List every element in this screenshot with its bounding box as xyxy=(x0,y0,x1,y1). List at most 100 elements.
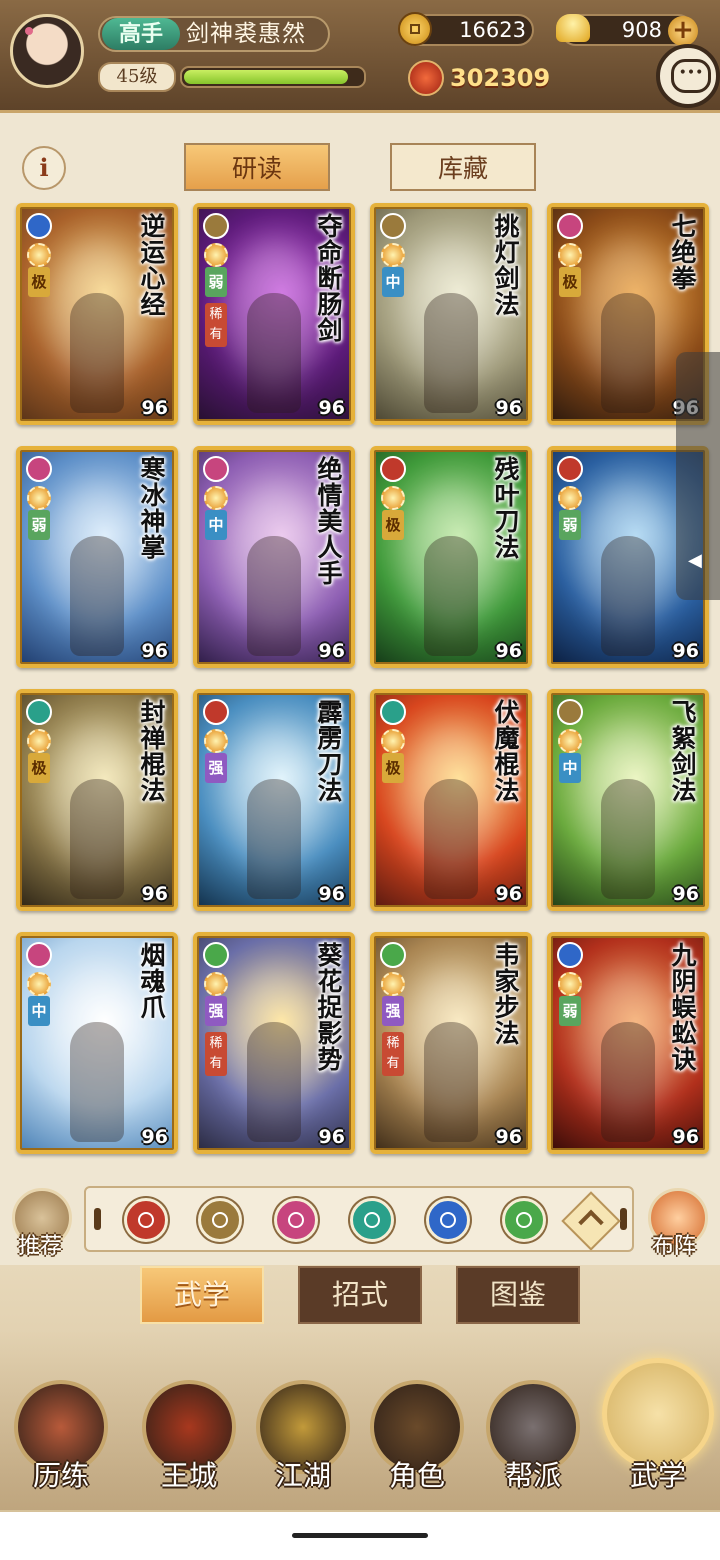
martial-art-card[interactable]: 弱稀有 夺命断肠剑 96 xyxy=(193,203,355,425)
card-character-art xyxy=(601,1021,655,1142)
card-character-art xyxy=(70,1021,124,1142)
school-icon xyxy=(203,699,229,725)
card-level: 96 xyxy=(672,640,699,662)
martial-art-card[interactable]: 中 绝情美人手 96 xyxy=(193,446,355,668)
card-character-art xyxy=(247,535,301,656)
side-panel-handle[interactable] xyxy=(676,352,720,600)
school-icon xyxy=(380,699,406,725)
grade-badge: 中 xyxy=(559,753,581,783)
card-title: 烟魂爪 xyxy=(137,942,166,1020)
school-icon xyxy=(26,456,52,482)
tab-storage[interactable]: 库藏 xyxy=(390,143,536,191)
rare-badge: 稀有 xyxy=(205,303,227,347)
card-level: 96 xyxy=(495,397,522,419)
card-character-art xyxy=(601,535,655,656)
school-filter-button[interactable] xyxy=(274,1198,318,1242)
card-title: 残叶刀法 xyxy=(491,456,520,560)
filter-bar-left-ornament xyxy=(94,1208,101,1230)
card-character-art xyxy=(247,1021,301,1142)
chat-button[interactable] xyxy=(656,44,720,108)
filter-bar-right-ornament xyxy=(620,1208,627,1230)
martial-art-card[interactable]: 极 封禅棍法 96 xyxy=(16,689,178,911)
nav-guild-label: 帮派 xyxy=(504,1459,561,1492)
element-sun-icon xyxy=(27,243,51,267)
element-sun-icon xyxy=(381,972,405,996)
martial-art-card[interactable]: 中 飞絮剑法 96 xyxy=(547,689,709,911)
home-indicator[interactable] xyxy=(292,1533,428,1538)
player-avatar[interactable] xyxy=(10,14,84,88)
tab-moves[interactable]: 招式 xyxy=(298,1266,422,1324)
card-level: 96 xyxy=(141,640,168,662)
card-title: 霹雳刀法 xyxy=(314,699,343,803)
grade-badge: 弱 xyxy=(559,996,581,1026)
element-sun-icon xyxy=(558,729,582,753)
grade-badge: 极 xyxy=(28,753,50,783)
school-icon xyxy=(557,456,583,482)
coin-value: 16623 xyxy=(459,18,526,42)
school-icon xyxy=(203,213,229,239)
school-filter-button[interactable] xyxy=(502,1198,546,1242)
card-character-art xyxy=(70,292,124,413)
card-level: 96 xyxy=(141,397,168,419)
martial-art-card[interactable]: 极 残叶刀法 96 xyxy=(370,446,532,668)
tab-study[interactable]: 研读 xyxy=(184,143,330,191)
element-sun-icon xyxy=(381,243,405,267)
card-level: 96 xyxy=(672,883,699,905)
coin-icon xyxy=(398,12,432,46)
gold-value: 908 xyxy=(621,18,662,42)
card-character-art xyxy=(424,778,478,899)
card-level: 96 xyxy=(495,1126,522,1148)
martial-art-card[interactable]: 强 霹雳刀法 96 xyxy=(193,689,355,911)
card-level: 96 xyxy=(141,1126,168,1148)
martial-art-card[interactable]: 中 挑灯剑法 96 xyxy=(370,203,532,425)
martial-art-card[interactable]: 中 烟魂爪 96 xyxy=(16,932,178,1154)
grade-badge: 弱 xyxy=(205,267,227,297)
formation-label: 布阵 xyxy=(652,1234,697,1259)
gold-ingot-icon xyxy=(556,14,590,42)
element-sun-icon xyxy=(27,729,51,753)
card-title: 伏魔棍法 xyxy=(491,699,520,803)
school-icon xyxy=(203,942,229,968)
rare-badge: 稀有 xyxy=(205,1032,227,1076)
martial-art-card[interactable]: 极 伏魔棍法 96 xyxy=(370,689,532,911)
add-gold-button[interactable]: + xyxy=(668,16,698,46)
card-character-art xyxy=(601,778,655,899)
tab-codex[interactable]: 图鉴 xyxy=(456,1266,580,1324)
card-level: 96 xyxy=(141,883,168,905)
rare-badge: 稀有 xyxy=(382,1032,404,1076)
martial-art-card[interactable]: 强稀有 韦家步法 96 xyxy=(370,932,532,1154)
combat-power-icon xyxy=(408,60,444,96)
card-title: 夺命断肠剑 xyxy=(314,213,343,343)
school-filter-button[interactable] xyxy=(426,1198,470,1242)
element-sun-icon xyxy=(204,729,228,753)
school-filter-button[interactable] xyxy=(124,1198,168,1242)
player-level: 45级 xyxy=(98,62,176,92)
school-icon xyxy=(557,213,583,239)
card-level: 96 xyxy=(318,397,345,419)
info-button[interactable]: i xyxy=(22,146,66,190)
element-sun-icon xyxy=(204,243,228,267)
card-title: 飞絮剑法 xyxy=(668,699,697,803)
tab-martial-arts[interactable]: 武学 xyxy=(140,1266,264,1324)
card-character-art xyxy=(424,292,478,413)
grade-badge: 中 xyxy=(28,996,50,1026)
card-title: 七绝拳 xyxy=(668,213,697,291)
grade-badge: 弱 xyxy=(559,510,581,540)
martial-art-card[interactable]: 弱 寒冰神掌 96 xyxy=(16,446,178,668)
card-level: 96 xyxy=(318,640,345,662)
grade-badge: 极 xyxy=(559,267,581,297)
element-sun-icon xyxy=(204,972,228,996)
element-sun-icon xyxy=(27,972,51,996)
school-icon xyxy=(380,213,406,239)
martial-art-card[interactable]: 弱 九阴蜈蚣诀 96 xyxy=(547,932,709,1154)
nav-martial-arts-label: 武学 xyxy=(629,1459,686,1492)
card-level: 96 xyxy=(495,640,522,662)
school-filter-button[interactable] xyxy=(350,1198,394,1242)
experience-bar xyxy=(180,66,366,88)
martial-art-card[interactable]: 强稀有 葵花捉影势 96 xyxy=(193,932,355,1154)
card-character-art xyxy=(247,292,301,413)
martial-art-card[interactable]: 极 逆运心经 96 xyxy=(16,203,178,425)
school-icon xyxy=(557,699,583,725)
element-sun-icon xyxy=(381,729,405,753)
school-filter-button[interactable] xyxy=(198,1198,242,1242)
